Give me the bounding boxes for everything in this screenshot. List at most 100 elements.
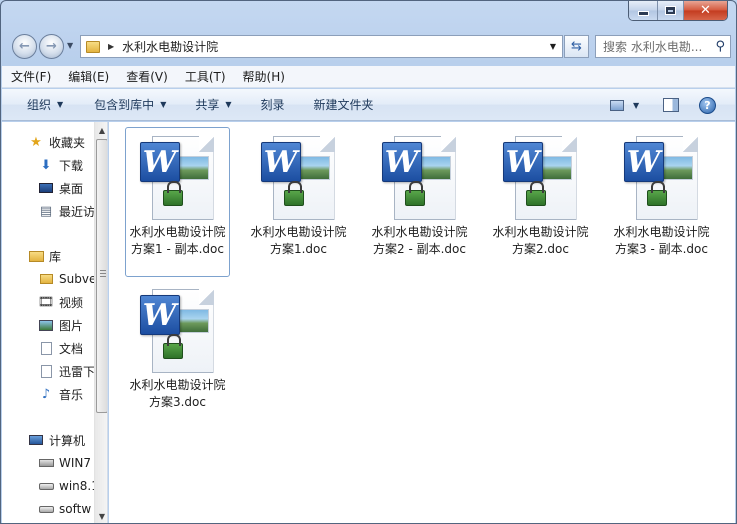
file-list: W 水利水电勘设计院方案1 - 副本.doc W 水利水电勘设计院方案1.doc…: [109, 122, 735, 523]
film-icon: 🎞: [37, 294, 55, 310]
file-item[interactable]: W 水利水电勘设计院方案3 - 副本.doc: [609, 127, 714, 277]
word-document-icon: W: [138, 134, 218, 224]
search-box[interactable]: ⚲: [595, 35, 731, 58]
refresh-button[interactable]: ⇆: [564, 35, 589, 58]
computer-icon: [28, 432, 44, 448]
nav-item-recent[interactable]: ▤ 最近访: [38, 200, 95, 222]
scroll-down-icon[interactable]: ▼: [95, 508, 107, 523]
nav-computer[interactable]: 计算机: [28, 429, 85, 451]
recent-pages-dropdown[interactable]: ▼: [67, 41, 73, 50]
folder-icon: [86, 40, 100, 53]
word-document-icon: W: [138, 287, 218, 377]
include-in-library-button[interactable]: 包含到库中 ▼: [74, 89, 177, 120]
include-in-library-label: 包含到库中: [94, 98, 155, 112]
nav-item-downloads[interactable]: ⬇ 下载: [38, 154, 83, 176]
breadcrumb-separator-icon[interactable]: ▶: [108, 42, 114, 51]
word-document-icon: W: [622, 134, 702, 224]
search-input[interactable]: [603, 39, 715, 54]
download-folder-icon: ⬇: [40, 157, 52, 173]
star-icon: ★: [30, 134, 42, 150]
nav-item-desktop[interactable]: 桌面: [38, 177, 83, 199]
drive-icon: [38, 478, 54, 494]
file-item[interactable]: W 水利水电勘设计院方案1 - 副本.doc: [125, 127, 230, 277]
command-bar: 组织 ▼ 包含到库中 ▼ 共享 ▼ 刻录 新建文件夹 ▼ ?: [2, 89, 735, 121]
lock-icon: [404, 181, 425, 206]
help-icon: ?: [699, 96, 716, 114]
chevron-down-icon: ▼: [57, 100, 64, 109]
navigation-pane: ★ 收藏夹 ⬇ 下载 桌面 ▤ 最近访 库 Subve 🎞 视频 图片 文档 迅…: [2, 122, 108, 523]
preview-pane-button[interactable]: [663, 89, 679, 121]
file-item[interactable]: W 水利水电勘设计院方案2 - 副本.doc: [367, 127, 472, 277]
library-icon: [28, 248, 44, 264]
maximize-icon: [665, 6, 676, 15]
lock-icon: [162, 181, 183, 206]
address-bar[interactable]: ▶ 水利水电勘设计院 ▼: [80, 35, 563, 58]
menu-edit[interactable]: 编辑(E): [59, 68, 117, 85]
refresh-icon: ⇆: [571, 39, 582, 54]
file-name: 水利水电勘设计院方案2.doc: [492, 225, 589, 256]
organize-button[interactable]: 组织 ▼: [2, 89, 74, 120]
word-document-icon: W: [380, 134, 460, 224]
burn-button[interactable]: 刻录: [243, 89, 296, 120]
nav-item-drive-win7[interactable]: WIN7: [38, 452, 91, 474]
preview-pane-icon: [663, 98, 679, 112]
arrow-left-icon: ←: [19, 39, 30, 54]
scroll-up-icon[interactable]: ▲: [95, 122, 107, 138]
menu-help[interactable]: 帮助(H): [234, 68, 293, 85]
scrollbar-thumb[interactable]: [96, 139, 107, 413]
file-item[interactable]: W 水利水电勘设计院方案2.doc: [488, 127, 593, 277]
file-name: 水利水电勘设计院方案1 - 副本.doc: [129, 225, 226, 256]
lock-icon: [162, 334, 183, 359]
arrow-right-icon: →: [46, 39, 57, 54]
nav-item-thunder-downloads[interactable]: 迅雷下: [38, 360, 95, 382]
forward-button[interactable]: →: [39, 34, 64, 59]
breadcrumb-current[interactable]: 水利水电勘设计院: [122, 38, 218, 55]
back-button[interactable]: ←: [12, 34, 37, 59]
nav-favorites[interactable]: ★ 收藏夹: [28, 131, 85, 153]
nav-item-drive-win81[interactable]: win8.1: [38, 475, 99, 497]
menu-tools[interactable]: 工具(T): [176, 68, 234, 85]
document-icon: [38, 363, 54, 379]
help-button[interactable]: ?: [699, 89, 716, 121]
new-folder-button[interactable]: 新建文件夹: [296, 89, 385, 120]
explorer-window: ✕ ← → ▼ ▶ 水利水电勘设计院 ▼ ⇆ ⚲ 文件(F) 编辑(E) 查看(…: [0, 0, 737, 524]
minimize-button[interactable]: [629, 1, 657, 20]
close-button[interactable]: ✕: [683, 1, 727, 20]
share-button[interactable]: 共享 ▼: [177, 89, 242, 120]
share-label: 共享: [195, 98, 220, 112]
nav-item-drive-software[interactable]: softw: [38, 498, 91, 520]
menu-bar: 文件(F) 编辑(E) 查看(V) 工具(T) 帮助(H): [2, 66, 735, 88]
address-dropdown-icon[interactable]: ▼: [550, 42, 556, 51]
menu-view[interactable]: 查看(V): [117, 68, 176, 85]
chevron-down-icon: ▼: [633, 100, 640, 110]
picture-icon: [38, 317, 54, 333]
burn-label: 刻录: [260, 98, 285, 112]
view-icon: [610, 99, 624, 111]
file-name: 水利水电勘设计院方案2 - 副本.doc: [371, 225, 468, 256]
menu-file[interactable]: 文件(F): [2, 68, 59, 85]
address-row: ← → ▼ ▶ 水利水电勘设计院 ▼ ⇆ ⚲: [1, 31, 736, 61]
file-item[interactable]: W 水利水电勘设计院方案1.doc: [246, 127, 351, 277]
nav-item-subversion[interactable]: Subve: [38, 268, 96, 290]
music-note-icon: ♪: [41, 386, 51, 402]
system-drive-icon: [38, 455, 54, 471]
word-document-icon: W: [501, 134, 581, 224]
nav-item-pictures[interactable]: 图片: [38, 314, 83, 336]
drive-icon: [38, 501, 54, 517]
nav-item-documents[interactable]: 文档: [38, 337, 83, 359]
recent-places-icon: ▤: [39, 203, 53, 219]
lock-icon: [283, 181, 304, 206]
document-icon: [38, 340, 54, 356]
chevron-down-icon: ▼: [225, 100, 232, 109]
nav-item-videos[interactable]: 🎞 视频: [38, 291, 83, 313]
nav-libraries[interactable]: 库: [28, 245, 61, 267]
search-icon[interactable]: ⚲: [715, 39, 725, 54]
new-folder-label: 新建文件夹: [313, 98, 374, 112]
lock-icon: [525, 181, 546, 206]
nav-item-music[interactable]: ♪ 音乐: [38, 383, 83, 405]
navigation-scrollbar[interactable]: ▲ ▼: [94, 122, 107, 523]
change-view-button[interactable]: ▼: [610, 89, 639, 121]
file-item[interactable]: W 水利水电勘设计院方案3.doc: [125, 280, 230, 430]
minimize-icon: [637, 11, 649, 16]
maximize-button[interactable]: [657, 1, 683, 20]
